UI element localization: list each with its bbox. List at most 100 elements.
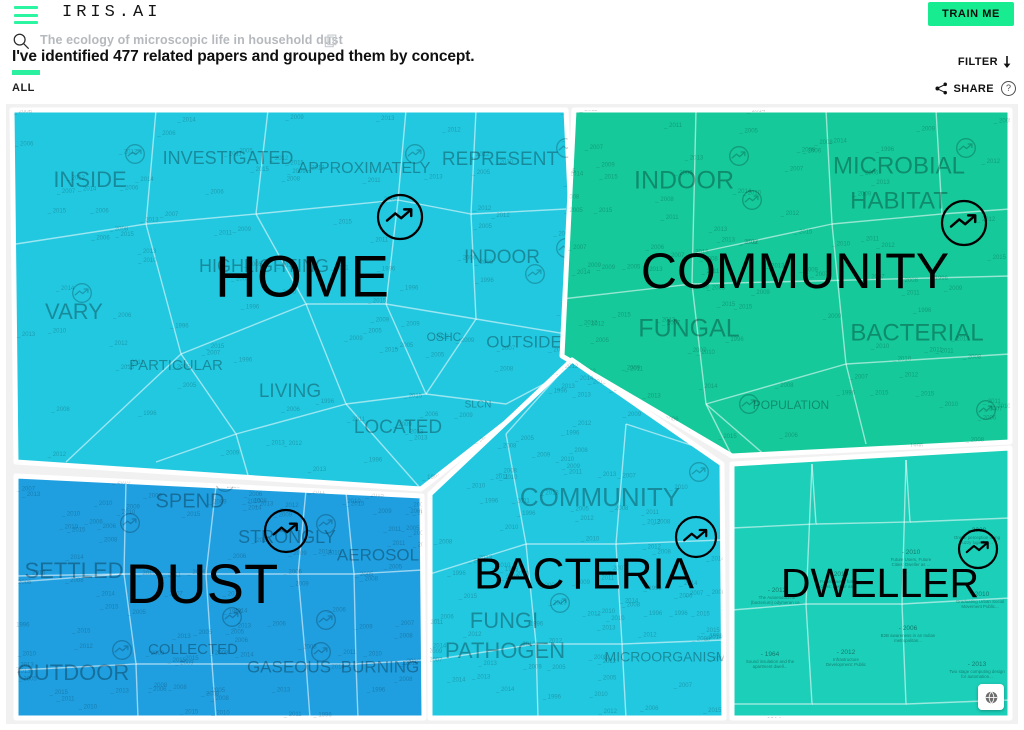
copy-icon[interactable] bbox=[324, 34, 338, 48]
globe-icon[interactable] bbox=[978, 684, 1004, 710]
paper-year-token: _ 2008 bbox=[200, 692, 220, 698]
paper-year-token: _ 2005 bbox=[425, 352, 445, 358]
paper-year-token: _ 2006 bbox=[156, 131, 176, 137]
cluster-title-bacteria[interactable]: BACTERIA bbox=[474, 550, 695, 599]
sub-label-fungi: FUNGI bbox=[470, 608, 538, 633]
help-button[interactable]: ? bbox=[1001, 81, 1016, 96]
paper-year-token: _ 2011 bbox=[369, 238, 389, 244]
paper-year-token: _ 2011 bbox=[935, 349, 955, 355]
concept-map[interactable]: _ 2008 _ 2009 _ 1996 _ 2009 _ 2014 _ 2009 _ 19… bbox=[6, 104, 1018, 724]
paper-year-token: _ 2010 bbox=[78, 704, 98, 710]
paper-year-token: _ 2012 bbox=[780, 211, 800, 217]
paper-year-token: _ 2012 bbox=[108, 341, 128, 347]
sub-label-spend: SPEND bbox=[156, 490, 225, 512]
paper-year-token: _ 2012 bbox=[641, 519, 661, 525]
paper-year-token: _ 2014 bbox=[134, 177, 154, 183]
paper-year-token: _ 2011 bbox=[860, 237, 880, 243]
sub-label-oshc: OSHC bbox=[427, 330, 462, 344]
paper-year-token: _ 2011 bbox=[56, 696, 76, 702]
paper-year-token: _ 2005 bbox=[621, 265, 641, 271]
paper-year-token: _ 2008 bbox=[494, 367, 514, 373]
cluster-title-dweller[interactable]: DWELLER bbox=[781, 560, 979, 606]
paper-year-token: _ 2009 bbox=[621, 366, 641, 372]
paper-year-token: _ 2012 bbox=[572, 421, 592, 427]
paper-year-token: _ 2015 bbox=[915, 392, 935, 398]
sub-label-outdoor: OUTDOOR bbox=[17, 660, 129, 685]
paper-year-token: _ 2012 bbox=[472, 206, 492, 212]
app-logo[interactable]: IRIS.AI bbox=[62, 3, 161, 22]
paper-year-token: _ 2011 bbox=[663, 123, 683, 129]
paper-year-token: _ 2006 bbox=[639, 706, 659, 712]
paper-year-token: _ 2010 bbox=[137, 258, 157, 264]
paper-year-token: _ 2015 bbox=[593, 208, 613, 214]
paper-year-token: _ 2015 bbox=[869, 391, 889, 397]
paper-year-token: _ 2008 bbox=[98, 538, 118, 544]
paper-year-token: _ 1996 bbox=[548, 388, 568, 394]
paper-year-token: _ 1996 bbox=[446, 571, 466, 577]
paper-year-token: _ 2015 bbox=[181, 512, 201, 518]
paper-year-token: _ 2014 bbox=[698, 384, 718, 390]
paper-year-token: _ 2012 bbox=[279, 503, 299, 509]
paper-year-token: _ 2015 bbox=[115, 232, 135, 238]
cluster-title-community[interactable]: COMMUNITY bbox=[641, 243, 949, 299]
cluster-title-dust[interactable]: DUST bbox=[126, 552, 278, 615]
paper-year-token: _ 2013 bbox=[597, 472, 617, 478]
paper-year-token: _ 2015 bbox=[690, 612, 710, 618]
paper-year-token: _ 2005 bbox=[471, 170, 491, 176]
paper-year: - 2012 bbox=[837, 649, 856, 656]
cluster-title-home[interactable]: HOME bbox=[215, 244, 389, 309]
paper-year-token: _ 2015 bbox=[733, 305, 753, 311]
paper-year-token: _ 2013 bbox=[139, 218, 159, 224]
paper-year-token: _ 2013 bbox=[265, 441, 285, 447]
paper-year-token: _ 1996 bbox=[479, 499, 499, 505]
paper-year-token: _ 2009 bbox=[522, 664, 542, 670]
paper-year-token: _ 2012 bbox=[490, 213, 510, 219]
top-bar: IRIS.AI TRAIN ME bbox=[0, 0, 1024, 30]
paper-year-token: _ 2006 bbox=[281, 407, 301, 413]
paper-year-token: _ 2006 bbox=[14, 142, 34, 148]
paper-year-token: _ 2013 bbox=[684, 156, 704, 162]
paper-year-token: _ 2011 bbox=[362, 178, 382, 184]
sub-label-represent: REPRESENT bbox=[442, 149, 559, 170]
paper-year-token: _ 2014 bbox=[705, 557, 725, 563]
paper-year-token: _ 2012 bbox=[637, 633, 657, 639]
paper-year-token: _ 2009 bbox=[595, 162, 615, 168]
paper-year-token: _ 2006 bbox=[89, 209, 109, 215]
paper-year-token: _ 2013 bbox=[870, 180, 890, 186]
cluster-layer[interactable]: _ 2008 _ 2009 _ 1996 _ 2009 _ 2014 _ 2009 _ 19… bbox=[9, 107, 1013, 724]
sub-label-particular: PARTICULAR bbox=[129, 357, 223, 374]
search-input[interactable]: The ecology of microscopic life in house… bbox=[40, 33, 343, 47]
paper-year-token: _ 2008 bbox=[706, 590, 726, 596]
paper-year-token: _ 2008 bbox=[167, 685, 187, 691]
paper-year-token: _ 2007 bbox=[673, 683, 693, 689]
paper-year-token: _ 2008 bbox=[962, 354, 982, 360]
paper-year-token: _ 2015 bbox=[716, 302, 736, 308]
paper-year-token: _ 2009 bbox=[284, 115, 304, 121]
hamburger-icon[interactable] bbox=[14, 6, 38, 24]
cluster-dweller[interactable]: - 2008Onsite perception usingfuzzy logic… bbox=[729, 445, 1013, 724]
paper-year-token: _ 2009 bbox=[822, 314, 842, 320]
sub-label-indoor: INDOOR bbox=[634, 167, 734, 195]
paper-year-token: _ 2014 bbox=[176, 118, 196, 124]
paper-year-token: _ 2009 bbox=[622, 412, 642, 418]
paper-year-token: _ 1996 bbox=[516, 511, 536, 517]
paper-year-token: _ 2015 bbox=[717, 434, 737, 440]
share-button[interactable]: SHARE bbox=[935, 82, 994, 95]
paper-year-token: _ 1996 bbox=[836, 391, 856, 397]
paper-year-token: _ 2005 bbox=[473, 224, 493, 230]
tab-all[interactable]: ALL bbox=[12, 82, 35, 94]
paper-year-token: _ 2006 bbox=[83, 520, 103, 526]
paper-year-token: _ 2005 bbox=[193, 630, 213, 636]
sub-label-microorganism: MICROORGANISM bbox=[605, 649, 728, 665]
paper-year-token: _ 2013 bbox=[271, 687, 291, 693]
paper-year-token: _ 2010 bbox=[47, 328, 67, 334]
filter-button[interactable]: FILTER bbox=[958, 56, 1012, 68]
paper-year-token: _ 2006 bbox=[112, 313, 132, 319]
paper-year-token: _ 2008 bbox=[796, 147, 816, 153]
paper-year-token: _ 2010 bbox=[605, 616, 625, 622]
paper-year-token: _ 2013 bbox=[471, 674, 491, 680]
train-me-button[interactable]: TRAIN ME bbox=[928, 2, 1014, 26]
paper-year-token: _ 2006 bbox=[283, 570, 303, 576]
paper-year-token: _ 2007 bbox=[617, 473, 637, 479]
paper-year-token: _ 2005 bbox=[362, 329, 382, 335]
